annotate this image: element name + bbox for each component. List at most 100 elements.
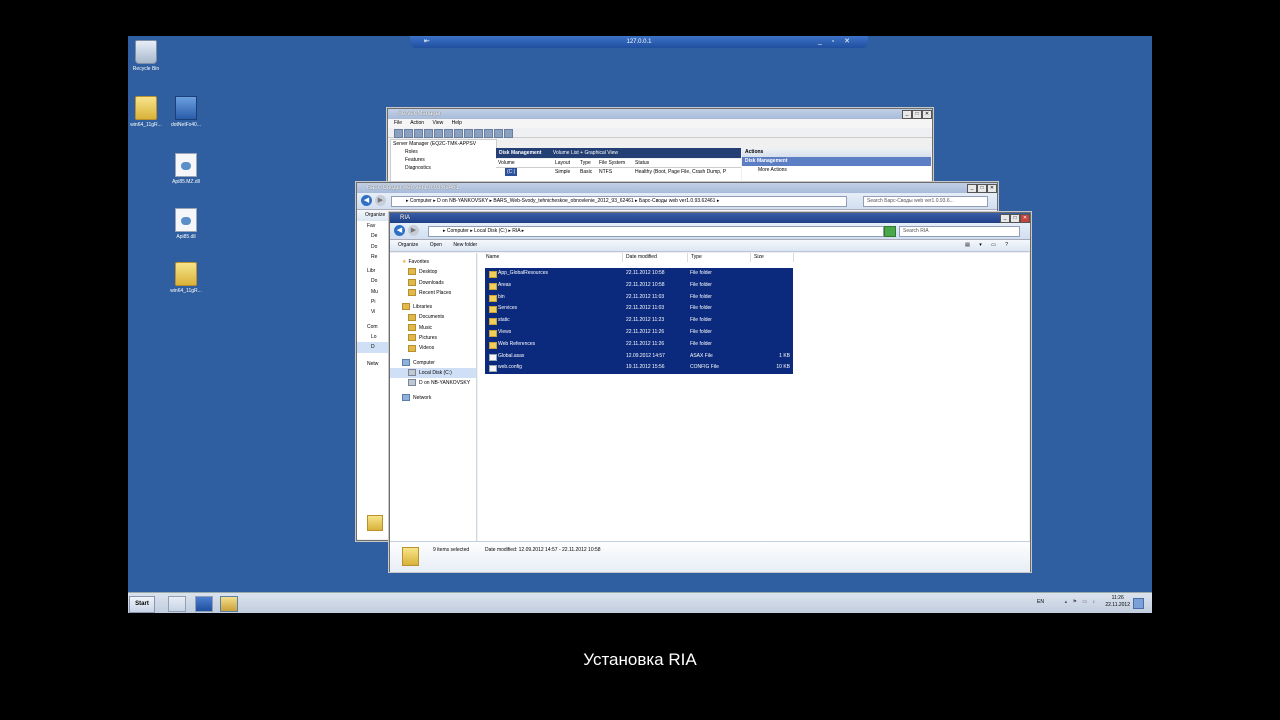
nav-network-drive-d[interactable]: D on NB-YANKOVSKY bbox=[390, 378, 476, 388]
new-folder-button[interactable]: New folder bbox=[453, 242, 477, 248]
desktop-icon-api85-dll[interactable]: Api85.dll bbox=[156, 208, 216, 240]
actions-disk-management[interactable]: Disk Management bbox=[742, 157, 931, 166]
settings-icon[interactable] bbox=[504, 129, 513, 138]
forward-icon[interactable] bbox=[404, 129, 413, 138]
back-icon[interactable] bbox=[394, 129, 403, 138]
address-bar[interactable]: ▸ Computer ▸ Local Disk (C:) ▸ RIA ▸ bbox=[428, 226, 884, 237]
up-icon[interactable] bbox=[414, 129, 423, 138]
show-desktop-button[interactable] bbox=[1133, 598, 1144, 609]
pictures-icon bbox=[408, 334, 416, 342]
properties-icon[interactable] bbox=[444, 129, 453, 138]
desktop-icon-dotnet-setup[interactable]: dotNetFx40... bbox=[156, 96, 216, 128]
nav-network[interactable]: Network bbox=[390, 393, 476, 403]
file-row[interactable]: bin 22.11.2012 11:03 File folder bbox=[485, 291, 793, 304]
search-box[interactable]: Search Барс-Своды web ver1.0.93.6... bbox=[863, 196, 988, 207]
nav-music[interactable]: Music bbox=[390, 323, 476, 333]
delete-icon[interactable] bbox=[464, 129, 473, 138]
copy-icon[interactable] bbox=[484, 129, 493, 138]
nav-computer[interactable]: Computer bbox=[390, 358, 476, 368]
explorer-ria-titlebar[interactable]: RIA _ □ ✕ bbox=[390, 213, 1030, 223]
file-row[interactable]: web.config 19.11.2012 15:56 CONFIG File 10 … bbox=[485, 362, 793, 375]
maximize-button[interactable]: □ bbox=[1010, 214, 1020, 223]
file-date: 19.11.2012 15:56 bbox=[626, 364, 665, 371]
back-button[interactable]: ◀ bbox=[361, 195, 372, 206]
file-row[interactable]: Areas 22.11.2012 10:58 File folder bbox=[485, 279, 793, 292]
nav-downloads[interactable]: Downloads bbox=[390, 278, 476, 288]
tree-diagnostics[interactable]: Diagnostics bbox=[393, 164, 496, 172]
column-date-modified[interactable]: Date modified bbox=[623, 253, 688, 262]
search-box[interactable]: Search RIA bbox=[899, 226, 1020, 237]
nav-documents[interactable]: Documents bbox=[390, 312, 476, 322]
refresh-icon[interactable] bbox=[454, 129, 463, 138]
nav-libraries[interactable]: Libraries bbox=[390, 302, 476, 312]
nav-local-disk-c[interactable]: Local Disk (C:) bbox=[390, 367, 476, 379]
server-manager-window[interactable]: Server Manager _ □ ✕ File Action View He… bbox=[387, 108, 933, 186]
close-button[interactable]: ✕ bbox=[1020, 214, 1030, 223]
menu-help[interactable]: Help bbox=[452, 120, 462, 126]
menu-action[interactable]: Action bbox=[410, 120, 424, 126]
nav-favorites[interactable]: ★ Favorites bbox=[390, 257, 476, 267]
minimize-button[interactable]: _ bbox=[902, 110, 912, 119]
rdp-connection-bar[interactable]: ⇤ 127.0.0.1 _ ▫ ✕ bbox=[410, 36, 868, 48]
address-bar[interactable]: ▸ Computer ▸ D on NB-YANKOVSKY ▸ BARS_We… bbox=[391, 196, 847, 207]
menu-view[interactable]: View bbox=[432, 120, 443, 126]
forward-button[interactable]: ▶ bbox=[375, 195, 386, 206]
open-button[interactable]: Open bbox=[430, 242, 442, 248]
more-actions[interactable]: More Actions bbox=[742, 166, 931, 175]
tree-roles[interactable]: Roles bbox=[393, 148, 496, 156]
nav-videos[interactable]: Videos bbox=[390, 343, 476, 353]
back-button[interactable]: ◀ bbox=[394, 225, 405, 236]
minimize-button[interactable]: _ bbox=[967, 184, 977, 193]
help-icon[interactable] bbox=[434, 129, 443, 138]
column-type[interactable]: Type bbox=[688, 253, 751, 262]
nav-desktop[interactable]: Desktop bbox=[390, 267, 476, 277]
refresh-icon[interactable] bbox=[884, 226, 896, 237]
start-button[interactable]: Start bbox=[129, 596, 155, 613]
file-row[interactable]: Global.asax 12.09.2012 14:57 ASAX File 1 KB bbox=[485, 350, 793, 363]
minimize-button[interactable]: _ bbox=[1000, 214, 1010, 223]
volume-row[interactable]: (C:) Simple Basic NTFS Healthy (Boot, Pa… bbox=[496, 168, 741, 176]
column-size[interactable]: Size bbox=[751, 253, 794, 262]
column-name[interactable]: Name bbox=[483, 253, 623, 262]
explorer-window-ria[interactable]: RIA _ □ ✕ ◀ ▶ ▸ Computer ▸ Local Disk (C… bbox=[389, 212, 1031, 572]
search-icon[interactable] bbox=[494, 129, 503, 138]
server-manager-titlebar[interactable]: Server Manager _ □ ✕ bbox=[388, 109, 932, 119]
language-indicator[interactable]: EN bbox=[1037, 599, 1044, 605]
nav-pictures[interactable]: Pictures bbox=[390, 333, 476, 343]
file-row[interactable]: Services 22.11.2012 11:03 File folder bbox=[485, 303, 793, 316]
forward-button[interactable]: ▶ bbox=[408, 225, 419, 236]
file-row[interactable]: Web References 22.11.2012 11:26 File folde… bbox=[485, 338, 793, 351]
close-button[interactable]: ✕ bbox=[922, 110, 932, 119]
rdp-window-controls[interactable]: _ ▫ ✕ bbox=[818, 36, 854, 48]
file-row[interactable]: static 22.11.2012 11:23 File folder bbox=[485, 315, 793, 327]
tree-root[interactable]: Server Manager (EQ2C-TMK-APPSV bbox=[393, 140, 496, 148]
disk-icon[interactable] bbox=[474, 129, 483, 138]
taskbar: Start EN ▴ ⚑ ▭ ♪ 11:26 22.11.2012 bbox=[128, 592, 1152, 613]
network-drive-icon bbox=[408, 379, 416, 387]
explorer-bars-titlebar[interactable]: Барс-Своды web ver1.0.93.62461 _ □ ✕ bbox=[357, 183, 997, 193]
menu-file[interactable]: File bbox=[394, 120, 402, 126]
explorer-taskbar-icon[interactable] bbox=[220, 596, 238, 612]
desktop-icon-win64-folder-2[interactable]: win64_11gR... bbox=[156, 262, 216, 294]
nav-recent-places[interactable]: Recent Places bbox=[390, 288, 476, 298]
organize-button[interactable]: Organize bbox=[365, 212, 385, 218]
file-type: File folder bbox=[690, 281, 712, 288]
file-row[interactable]: App_GlobalResources 22.11.2012 10:58 File … bbox=[485, 268, 793, 280]
maximize-button[interactable]: □ bbox=[977, 184, 987, 193]
tray-icons[interactable]: ▴ ⚑ ▭ ♪ bbox=[1065, 599, 1097, 605]
organize-button[interactable]: Organize bbox=[398, 242, 418, 248]
powershell-taskbar-icon[interactable] bbox=[195, 596, 213, 612]
desktop-icon-recycle-bin[interactable]: Recycle Bin bbox=[128, 40, 176, 72]
panel-subtitle[interactable]: Volume List + Graphical View bbox=[553, 150, 618, 156]
view-options-icon[interactable]: ▤ ▾ ▭ ? bbox=[965, 240, 1012, 251]
tree-features[interactable]: Features bbox=[393, 156, 496, 164]
file-row[interactable]: Views 22.11.2012 11:26 File folder bbox=[485, 327, 793, 339]
desktop-icon-api85-mz-dll[interactable]: Api85.MZ.dll bbox=[156, 153, 216, 185]
maximize-button[interactable]: □ bbox=[912, 110, 922, 119]
show-hide-tree-icon[interactable] bbox=[424, 129, 433, 138]
close-button[interactable]: ✕ bbox=[987, 184, 997, 193]
server-manager-taskbar-icon[interactable] bbox=[168, 596, 186, 612]
file-type: File folder bbox=[690, 293, 712, 300]
clock[interactable]: 11:26 22.11.2012 bbox=[1105, 595, 1130, 609]
pin-icon[interactable]: ⇤ bbox=[424, 36, 430, 48]
